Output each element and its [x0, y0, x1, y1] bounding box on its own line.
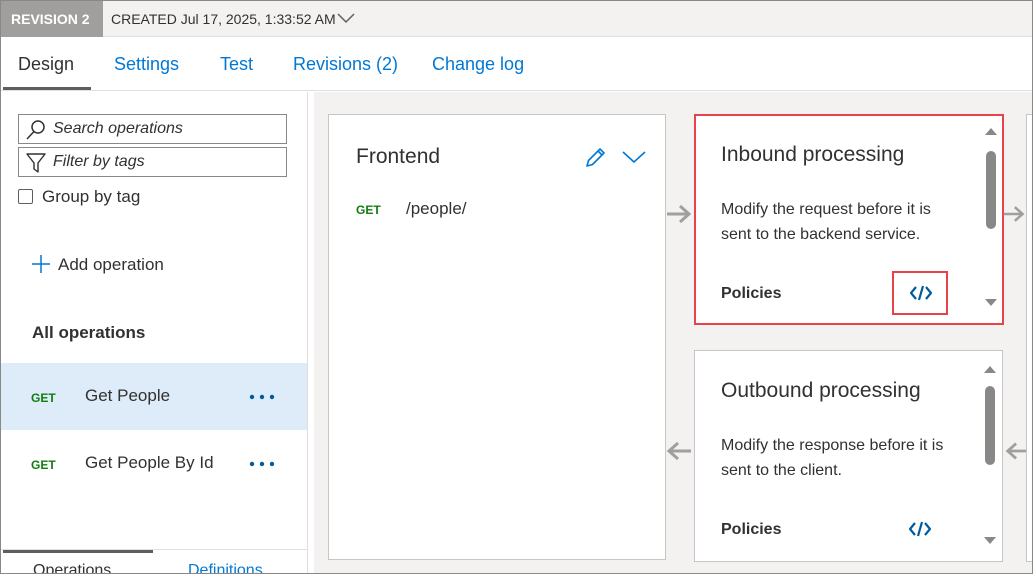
arrow-right-icon	[1003, 206, 1025, 222]
operation-row-get-people[interactable]: GET Get People	[1, 363, 307, 430]
filter-icon	[26, 153, 46, 173]
tab-test[interactable]: Test	[220, 54, 253, 75]
active-tab-indicator	[3, 87, 91, 90]
endpoint-path: /people/	[406, 199, 467, 218]
method-badge: GET	[356, 203, 381, 217]
all-operations-heading[interactable]: All operations	[32, 323, 145, 343]
outbound-scrollbar[interactable]	[980, 361, 1000, 549]
scroll-down-icon[interactable]	[984, 298, 998, 308]
operation-name: Get People By Id	[85, 453, 214, 472]
scrollbar-thumb[interactable]	[986, 151, 996, 229]
tab-definitions[interactable]: Definitions	[188, 562, 263, 573]
arrow-right-icon	[667, 204, 692, 224]
backend-card-edge	[1026, 114, 1032, 562]
design-canvas: Frontend GET /people/ Inbound processing…	[314, 92, 1032, 573]
scroll-up-icon[interactable]	[983, 364, 997, 374]
inbound-code-editor-button[interactable]	[892, 271, 948, 315]
tab-settings[interactable]: Settings	[114, 54, 179, 75]
tab-operations[interactable]: Operations	[33, 562, 111, 573]
outbound-processing-card[interactable]: Outbound processing Modify the response …	[694, 350, 1003, 562]
filter-input[interactable]	[53, 151, 281, 173]
outbound-title: Outbound processing	[721, 379, 921, 402]
revision-badge: REVISION 2	[1, 1, 103, 37]
search-operations-field[interactable]	[18, 114, 287, 144]
tab-revisions[interactable]: Revisions (2)	[293, 54, 398, 75]
frontend-title: Frontend	[356, 145, 441, 168]
operation-name: Get People	[85, 386, 171, 405]
inbound-description: Modify the request before it is sent to …	[721, 201, 931, 243]
scroll-up-icon[interactable]	[984, 126, 998, 136]
group-by-tag-checkbox[interactable]	[18, 189, 33, 204]
inbound-policies-label: Policies	[721, 285, 782, 302]
tab-change-log[interactable]: Change log	[432, 54, 524, 75]
edit-pencil-icon[interactable]	[584, 145, 608, 169]
revision-created-text: CREATED Jul 17, 2025, 1:33:52 AM	[111, 11, 336, 27]
arrow-left-icon	[666, 441, 691, 461]
group-by-tag-label: Group by tag	[42, 187, 141, 206]
frontend-card: Frontend GET /people/	[328, 114, 666, 560]
method-badge: GET	[31, 391, 56, 405]
outbound-description: Modify the response before it is sent to…	[721, 437, 944, 479]
api-design-window: REVISION 2 CREATED Jul 17, 2025, 1:33:52…	[0, 0, 1033, 574]
code-editor-icon	[910, 285, 932, 301]
search-input[interactable]	[53, 118, 281, 140]
outbound-policies-label: Policies	[721, 521, 782, 538]
inbound-title: Inbound processing	[721, 143, 905, 166]
filter-tags-field[interactable]	[18, 147, 287, 177]
search-icon	[26, 120, 45, 140]
scrollbar-thumb[interactable]	[985, 386, 995, 465]
add-operation-label: Add operation	[58, 255, 164, 274]
outbound-code-editor-button[interactable]	[893, 509, 949, 553]
revision-bar: REVISION 2 CREATED Jul 17, 2025, 1:33:52…	[1, 1, 1032, 37]
bottom-tab-indicator	[3, 550, 153, 553]
inbound-processing-card[interactable]: Inbound processing Modify the request be…	[694, 114, 1004, 325]
scroll-down-icon[interactable]	[983, 536, 997, 546]
plus-icon	[32, 255, 50, 273]
chevron-down-icon[interactable]	[621, 148, 647, 166]
operations-panel: Group by tag Add operation All operation…	[1, 92, 308, 573]
code-editor-icon	[909, 521, 931, 537]
inbound-scrollbar[interactable]	[981, 126, 1001, 312]
operation-row-get-people-by-id[interactable]: GET Get People By Id	[1, 430, 307, 497]
panel-bottom-tabs: Operations Definitions	[1, 549, 307, 573]
more-icon[interactable]	[247, 454, 277, 474]
tab-bar: Design Settings Test Revisions (2) Chang…	[1, 37, 1032, 91]
more-icon[interactable]	[247, 387, 277, 407]
method-badge: GET	[31, 458, 56, 472]
chevron-down-icon[interactable]	[336, 11, 356, 25]
tab-design[interactable]: Design	[18, 54, 74, 75]
